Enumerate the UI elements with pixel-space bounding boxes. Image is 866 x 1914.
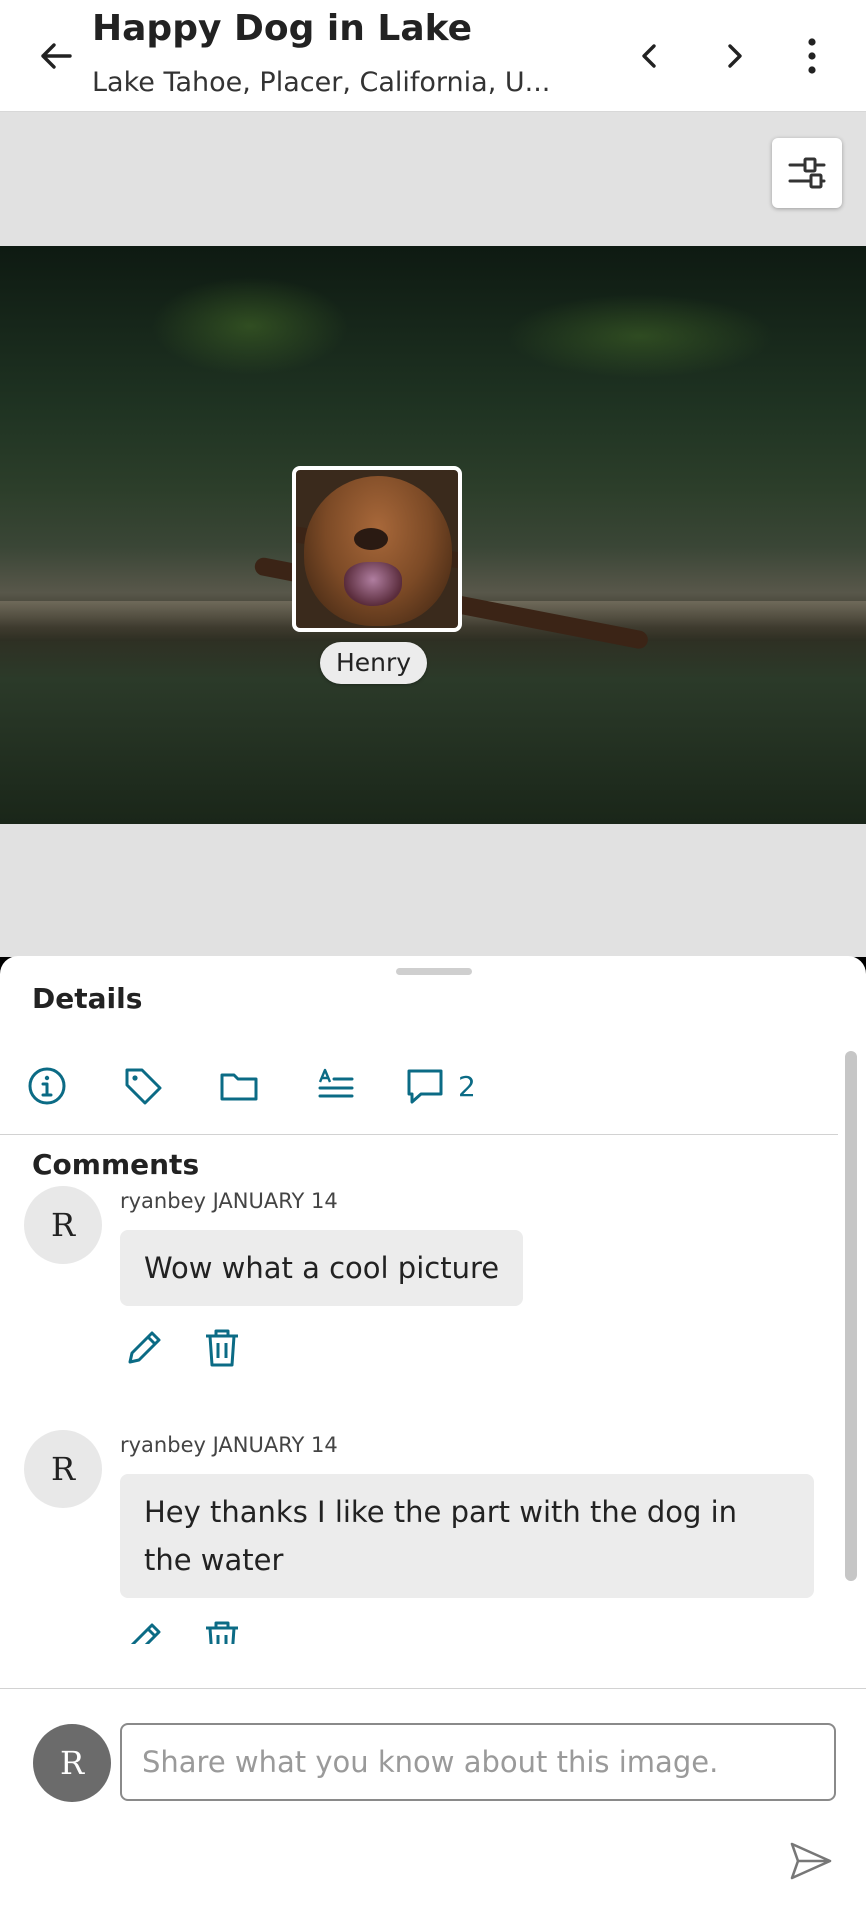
dog-mouth	[344, 562, 402, 606]
app-header: Happy Dog in Lake Lake Tahoe, Placer, Ca…	[0, 0, 866, 112]
face-tag-label[interactable]: Henry	[320, 642, 428, 684]
more-options-button[interactable]	[792, 36, 832, 76]
sliders-icon	[788, 157, 826, 189]
comment-date: January 14	[212, 1433, 338, 1457]
adjust-button[interactable]	[772, 138, 842, 208]
comment-text: Wow what a cool picture	[120, 1230, 524, 1306]
delete-comment-button[interactable]	[200, 1618, 244, 1644]
tabs-divider	[0, 1134, 838, 1135]
comment-input[interactable]	[120, 1723, 836, 1801]
avatar: R	[24, 1186, 102, 1264]
chevron-right-icon	[728, 44, 742, 68]
chevron-left-icon	[642, 44, 656, 68]
tab-description[interactable]	[314, 1064, 356, 1108]
send-icon[interactable]	[786, 1836, 836, 1886]
tab-comments[interactable]: 2	[404, 1064, 476, 1108]
previous-image-button[interactable]	[630, 36, 670, 76]
comment-count: 2	[458, 1069, 476, 1103]
comment-meta: ryanbey January 14	[120, 1189, 338, 1213]
location-subtitle[interactable]: Lake Tahoe, Placer, California, U...	[92, 67, 550, 98]
tab-tags[interactable]	[122, 1064, 164, 1108]
tag-icon	[125, 1068, 162, 1105]
back-button[interactable]	[36, 36, 76, 76]
current-user-avatar: R	[33, 1724, 111, 1802]
comment-author[interactable]: ryanbey	[120, 1189, 206, 1213]
comments-title: Comments	[32, 1148, 200, 1181]
folder-icon	[220, 1073, 258, 1101]
edit-comment-button[interactable]	[122, 1326, 166, 1370]
comment-icon	[407, 1069, 443, 1104]
next-image-button[interactable]	[714, 36, 754, 76]
details-title: Details	[32, 982, 143, 1015]
edit-comment-button[interactable]	[122, 1618, 166, 1644]
comment-date: January 14	[212, 1189, 338, 1213]
arrow-left-icon	[41, 43, 72, 69]
face-tag-box[interactable]	[292, 466, 462, 632]
scrollbar[interactable]	[845, 1051, 857, 1581]
delete-comment-button[interactable]	[200, 1326, 244, 1370]
tab-albums[interactable]	[218, 1064, 260, 1108]
page-title: Happy Dog in Lake	[92, 8, 473, 49]
comment-author[interactable]: ryanbey	[120, 1433, 206, 1457]
more-vertical-icon	[808, 38, 816, 74]
dog-nose	[354, 528, 388, 550]
composer-divider	[0, 1688, 866, 1689]
comment-meta: ryanbey January 14	[120, 1433, 338, 1457]
tab-info[interactable]	[26, 1064, 68, 1108]
info-icon	[28, 1067, 66, 1105]
text-format-icon	[318, 1068, 354, 1098]
sheet-drag-handle[interactable]	[396, 968, 472, 975]
comment-text: Hey thanks I like the part with the dog …	[120, 1474, 814, 1598]
avatar: R	[24, 1430, 102, 1508]
comment-list: R ryanbey January 14 Wow what a cool pic…	[0, 1186, 840, 1644]
